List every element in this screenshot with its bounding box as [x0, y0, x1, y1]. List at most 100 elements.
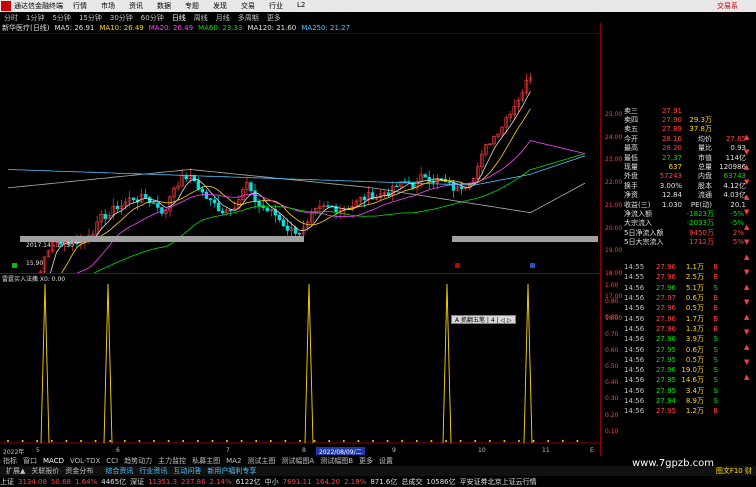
- tick-volume: 5.1万: [685, 283, 704, 292]
- flow-pct: 5%: [732, 238, 744, 247]
- arrow-down-icon[interactable]: ▼: [744, 145, 754, 160]
- news-tab[interactable]: 新用户福利专享: [204, 466, 259, 476]
- status-item: 上证: [0, 477, 14, 486]
- arrow-up-icon[interactable]: ▲: [744, 370, 754, 385]
- kline-chart[interactable]: [0, 33, 600, 273]
- tick-row[interactable]: 14:56 27.95 0.6万 S: [624, 344, 746, 354]
- menu-item[interactable]: 行情: [73, 1, 87, 11]
- tick-price: 27.95: [655, 345, 676, 354]
- period-tab[interactable]: 1分钟: [22, 13, 48, 23]
- indicator-tab[interactable]: VOL-TDX: [67, 457, 103, 465]
- tick-time: 14:56: [624, 386, 645, 395]
- tick-row[interactable]: 14:56 27.95 14.6万 S: [624, 375, 746, 385]
- trade-system-link[interactable]: 交易系: [717, 1, 756, 11]
- period-tab[interactable]: 多周期: [234, 13, 263, 23]
- period-tab[interactable]: 分时: [0, 13, 22, 23]
- arrow-down-icon[interactable]: ▼: [744, 205, 754, 220]
- tick-row[interactable]: 14:56 27.96 19.0万 S: [624, 365, 746, 375]
- period-tab[interactable]: 月线: [212, 13, 234, 23]
- menu-item[interactable]: 行业: [269, 1, 283, 11]
- arrow-up-icon[interactable]: ▲: [744, 130, 754, 145]
- arrow-up-icon[interactable]: ▲: [744, 220, 754, 235]
- period-tab[interactable]: 日线: [168, 13, 190, 23]
- time-axis: 2022年 E 5 6 7 8 9 10 11: [0, 447, 600, 456]
- arrow-down-icon[interactable]: ▼: [744, 355, 754, 370]
- candle-body: [229, 209, 233, 212]
- indicator-tab[interactable]: 主力监控: [155, 456, 189, 466]
- tick-row[interactable]: 14:56 27.96 5.1万 S: [624, 283, 746, 293]
- time-axis-end: E: [590, 447, 594, 454]
- period-tab[interactable]: 30分钟: [106, 13, 137, 23]
- extension-tab[interactable]: 扩展▲: [3, 466, 28, 476]
- arrow-down-icon[interactable]: ▼: [744, 175, 754, 190]
- news-tab[interactable]: 互动问答: [170, 466, 204, 476]
- menu-item[interactable]: L2: [297, 1, 305, 11]
- extension-tab[interactable]: 资金分布: [62, 466, 96, 476]
- period-tab[interactable]: 60分钟: [137, 13, 168, 23]
- tick-row[interactable]: 14:56 27.94 8.9万 S: [624, 396, 746, 406]
- indicator-tab[interactable]: 测试幅图B: [317, 456, 356, 466]
- f10-link[interactable]: 图文F10 财: [713, 466, 756, 476]
- news-tab[interactable]: 行业资讯: [136, 466, 170, 476]
- indicator-tab[interactable]: 指标: [0, 456, 20, 466]
- tick-volume: 1.2万: [685, 407, 704, 416]
- period-tab[interactable]: 周线: [190, 13, 212, 23]
- period-tab[interactable]: 15分钟: [75, 13, 106, 23]
- arrow-up-icon[interactable]: ▲: [744, 340, 754, 355]
- period-tab[interactable]: 更多: [263, 13, 285, 23]
- signal-dot: [109, 440, 112, 442]
- signal-dot: [196, 440, 199, 442]
- indicator-tab[interactable]: 窗口: [20, 456, 40, 466]
- indicator-tab[interactable]: 趋势动力: [121, 456, 155, 466]
- arrow-up-icon[interactable]: ▲: [744, 160, 754, 175]
- arrow-down-icon[interactable]: ▼: [744, 295, 754, 310]
- indicator-tab[interactable]: MACD: [40, 457, 67, 465]
- tick-row[interactable]: 14:55 27.96 2.5万 B: [624, 272, 746, 282]
- ma-label: MA5: 26.91: [54, 24, 95, 32]
- indicator-tab[interactable]: 设置: [376, 456, 396, 466]
- tick-row[interactable]: 14:55 27.96 1.1万 B: [624, 262, 746, 272]
- menu-item[interactable]: 资讯: [129, 1, 143, 11]
- tick-row[interactable]: 14:56 27.96 1.3万 B: [624, 324, 746, 334]
- indicator-tab[interactable]: CCI: [103, 457, 121, 465]
- tick-row[interactable]: 14:56 27.97 0.6万 B: [624, 293, 746, 303]
- extension-tab[interactable]: 关联报价: [28, 466, 62, 476]
- menu-item[interactable]: 发现: [213, 1, 227, 11]
- arrow-down-icon[interactable]: ▼: [744, 325, 754, 340]
- news-tab[interactable]: 综合资讯: [102, 466, 136, 476]
- indicator-tab[interactable]: MA2: [223, 457, 244, 465]
- menu-item[interactable]: 市场: [101, 1, 115, 11]
- arrow-up-icon[interactable]: ▲: [744, 280, 754, 295]
- tick-side: B: [713, 273, 718, 282]
- time-mark: 11: [542, 447, 550, 454]
- period-tab[interactable]: 5分钟: [48, 13, 74, 23]
- arrow-up-icon[interactable]: ▲: [744, 190, 754, 205]
- indicator-tab[interactable]: 更多: [356, 456, 376, 466]
- arrow-up-icon[interactable]: ▲: [744, 310, 754, 325]
- menu-item[interactable]: 数据: [157, 1, 171, 11]
- indicator-tab[interactable]: 私募主图: [189, 456, 223, 466]
- tick-side: B: [713, 314, 718, 323]
- indicator-tab[interactable]: 测试主图: [244, 456, 278, 466]
- scroll-arrows[interactable]: ▲ ▼ ▲ ▼ ▲ ▼ ▲ ▼ ▲ ▼ ▲ ▼ ▲ ▼ ▲ ▼ ▲: [744, 130, 754, 400]
- signal-dot: [459, 440, 462, 442]
- signal-dot: [474, 440, 477, 442]
- main-menu: 行情 市场 资讯 数据 专题 发现 交易 行业 L2: [73, 1, 305, 11]
- tick-row[interactable]: 14:56 27.95 0.5万 S: [624, 355, 746, 365]
- tick-row[interactable]: 14:56 27.96 3.9万 S: [624, 334, 746, 344]
- menu-item[interactable]: 专题: [185, 1, 199, 11]
- menu-item[interactable]: 交易: [241, 1, 255, 11]
- signal-spike: [523, 283, 533, 444]
- indicator-chart[interactable]: [0, 275, 600, 445]
- tick-row[interactable]: 14:56 27.96 1.7万 B: [624, 313, 746, 323]
- price-tick: 24.00: [605, 133, 623, 141]
- indicator-tab[interactable]: 测试幅图A: [278, 456, 317, 466]
- arrow-up-icon[interactable]: ▲: [744, 250, 754, 265]
- arrow-down-icon[interactable]: ▼: [744, 265, 754, 280]
- tick-row[interactable]: 14:56 27.95 3.4万 S: [624, 386, 746, 396]
- tick-row[interactable]: 14:56 27.96 0.5万 B: [624, 303, 746, 313]
- tick-list[interactable]: 14:55 27.96 1.1万 B 14:55 27.96 2.5万 B 14:56 27.96…: [624, 262, 746, 416]
- arrow-down-icon[interactable]: ▼: [744, 235, 754, 250]
- tick-row[interactable]: 14:56 27.95 1.2万 B: [624, 406, 746, 416]
- drawing-tool-popup[interactable]: A 抓翻五笔 | 4 | ◁ ▷: [451, 315, 516, 324]
